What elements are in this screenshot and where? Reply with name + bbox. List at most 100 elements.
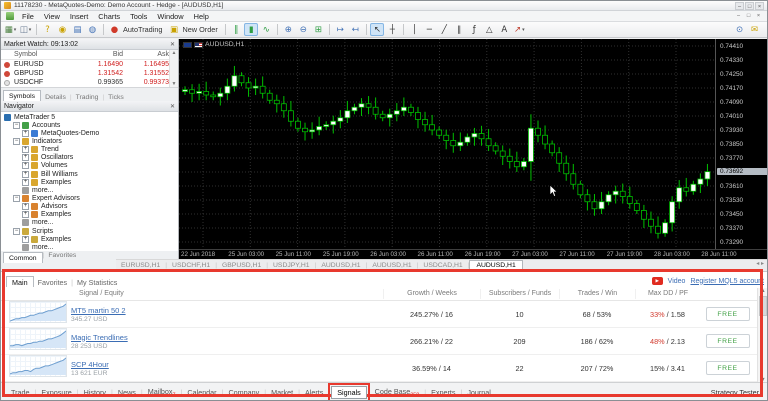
column-signal-equity[interactable]: Signal / Equity [71, 290, 383, 297]
collapse-icon[interactable]: − [13, 227, 20, 235]
close-icon[interactable]: × [755, 1, 764, 10]
community-chat-icon[interactable]: ✉ [748, 23, 762, 36]
register-link[interactable]: Register MQL5 account [690, 278, 764, 285]
chart-tab-3[interactable]: USDJPY,H1 [268, 262, 315, 269]
panel-close-icon[interactable]: ✕ [170, 41, 175, 48]
signal-row[interactable]: Magic Trendlines 28 253 USD 266.21% / 22 20… [1, 328, 767, 355]
bottom-tab-market[interactable]: Market [267, 388, 297, 397]
free-button[interactable]: FREE [705, 361, 750, 375]
expand-icon[interactable]: + [22, 162, 29, 170]
market-watch-row[interactable]: EURUSD 1.16490 1.16495 [1, 60, 178, 69]
chart-shift-icon[interactable]: ↤ [348, 23, 362, 36]
chart-tab-1[interactable]: USDCHF,H1 [167, 262, 215, 269]
scroll-up-icon[interactable]: ▲ [758, 288, 767, 294]
child-restore-icon[interactable]: □ [744, 12, 753, 20]
bar-chart-icon[interactable]: ‖ [229, 23, 243, 36]
market-watch-row[interactable]: USDCHF 0.99365 0.99373 [1, 78, 178, 87]
expand-icon[interactable]: + [22, 129, 29, 137]
maximize-icon[interactable]: □ [745, 1, 754, 10]
tree-item-advisors[interactable]: + Advisors [1, 203, 178, 211]
tab-common[interactable]: Common [3, 252, 43, 263]
crosshair-icon[interactable]: ┼ [385, 23, 399, 36]
collapse-icon[interactable]: − [13, 137, 20, 145]
menu-item-tools[interactable]: Tools [125, 12, 152, 21]
zoom-in-icon[interactable]: ⊕ [281, 23, 295, 36]
autotrading-label[interactable]: AutoTrading [123, 25, 162, 34]
column-ask[interactable]: Ask [123, 51, 169, 58]
signal-row[interactable]: MT5 martin 50 2 345.27 USD 245.27% / 16 10 6… [1, 301, 767, 328]
tree-item-scripts[interactable]: − Scripts [1, 227, 178, 235]
signals-scrollbar[interactable]: ▲ ▼ [757, 288, 767, 382]
chart-tab-4[interactable]: AUDUSD,H1 [316, 262, 365, 269]
cursor-icon[interactable]: ↖ [370, 23, 385, 36]
horizontal-line-icon[interactable]: ─ [422, 23, 436, 36]
expand-icon[interactable]: + [22, 235, 29, 243]
search-icon[interactable]: ⊙ [733, 23, 747, 36]
text-label-icon[interactable]: A [497, 23, 511, 36]
chart-tab-5[interactable]: AUDUSD,H1 [367, 262, 416, 269]
collapse-icon[interactable]: − [13, 194, 20, 202]
column-growth-weeks[interactable]: Growth / Weeks [383, 288, 480, 299]
tree-item-bill-williams[interactable]: + Bill Williams [1, 170, 178, 178]
help-icon[interactable]: ? [41, 23, 55, 36]
autotrading-icon[interactable]: ● [108, 23, 122, 36]
new-order-icon[interactable]: ▣ [167, 23, 181, 36]
column-bid[interactable]: Bid [72, 51, 123, 58]
bottom-tab-trade[interactable]: Trade [7, 388, 34, 397]
new-chart-icon[interactable]: ▦ ▾ [4, 23, 18, 36]
chart-window-icon[interactable] [6, 12, 14, 20]
signals-tab-main[interactable]: Main [6, 276, 34, 287]
child-minimize-icon[interactable]: – [734, 12, 743, 20]
bottom-tab-code-base[interactable]: Code Base258 [371, 387, 424, 398]
auto-scroll-icon[interactable]: ↦ [333, 23, 347, 36]
chart-window[interactable]: AUDUSD,H1 0.74410 0.74330 0.74250 0.74170 0.… [179, 39, 767, 259]
tree-item-metatrader-5[interactable]: MetaTrader 5 [1, 113, 178, 121]
bottom-tab-history[interactable]: History [80, 388, 110, 397]
bottom-tab-mailbox[interactable]: Mailbox7 [144, 387, 180, 398]
price-scale[interactable]: 0.74410 0.74330 0.74250 0.74170 0.74090 0.740… [715, 39, 767, 249]
signals-tab-my-statistics[interactable]: My Statistics [73, 278, 121, 287]
video-icon[interactable]: ▶ [651, 277, 663, 285]
tab-ticks[interactable]: Ticks [104, 94, 128, 101]
minimize-icon[interactable]: – [735, 1, 744, 10]
expand-icon[interactable]: + [22, 211, 29, 219]
signal-name-link[interactable]: SCP 4Hour [71, 360, 383, 369]
expand-icon[interactable]: + [22, 170, 29, 178]
expand-icon[interactable]: + [22, 154, 29, 162]
tab-favorites[interactable]: Favorites [44, 252, 80, 259]
chart-tab-2[interactable]: GBPUSD,H1 [217, 262, 266, 269]
bottom-tab-calendar[interactable]: Calendar [183, 388, 220, 397]
tree-item-more-[interactable]: more... [1, 219, 178, 227]
expand-icon[interactable]: + [22, 178, 29, 186]
free-button[interactable]: FREE [705, 334, 750, 348]
zoom-out-icon[interactable]: ⊖ [296, 23, 310, 36]
line-chart-icon[interactable]: ∿ [259, 23, 273, 36]
data-window-icon[interactable]: ▤ [71, 23, 85, 36]
column-maxdd-pf[interactable]: Max DD / PF [635, 288, 700, 299]
panel-close-icon[interactable]: ✕ [170, 103, 175, 110]
menu-item-help[interactable]: Help [189, 12, 214, 21]
fibonacci-icon[interactable]: ƒ [467, 23, 481, 36]
bottom-tab-company[interactable]: Company [224, 388, 263, 397]
tree-item-examples[interactable]: + Examples [1, 235, 178, 243]
bottom-tab-exposure[interactable]: Exposure [37, 388, 75, 397]
tree-item-examples[interactable]: + Examples [1, 178, 178, 186]
time-axis[interactable]: 22 Jun 2018 25 Jun 03:00 25 Jun 11:00 25 Ju… [179, 249, 767, 259]
tree-item-trend[interactable]: + Trend [1, 146, 178, 154]
tree-item-indicators[interactable]: − Indicators [1, 137, 178, 145]
collapse-icon[interactable]: − [13, 121, 20, 129]
bottom-tab-journal[interactable]: Journal [463, 388, 495, 397]
tree-item-metaquotes-demo[interactable]: + MetaQuotes-Demo [1, 129, 178, 137]
menu-item-file[interactable]: File [17, 12, 39, 21]
bottom-tab-experts[interactable]: Experts [427, 388, 459, 397]
tree-item-volumes[interactable]: + Volumes [1, 162, 178, 170]
tree-item-more-[interactable]: more... [1, 186, 178, 194]
chart-tab-7[interactable]: AUDUSD,H1 [469, 260, 523, 271]
shapes-icon[interactable]: △ [482, 23, 496, 36]
signal-name-link[interactable]: MT5 martin 50 2 [71, 306, 383, 315]
menu-item-view[interactable]: View [39, 12, 65, 21]
profiles-icon[interactable]: ◫ ▾ [19, 23, 33, 36]
bottom-tab-alerts[interactable]: Alerts [301, 388, 327, 397]
market-watch-icon[interactable]: ◉ [56, 23, 70, 36]
menu-item-insert[interactable]: Insert [65, 12, 93, 21]
